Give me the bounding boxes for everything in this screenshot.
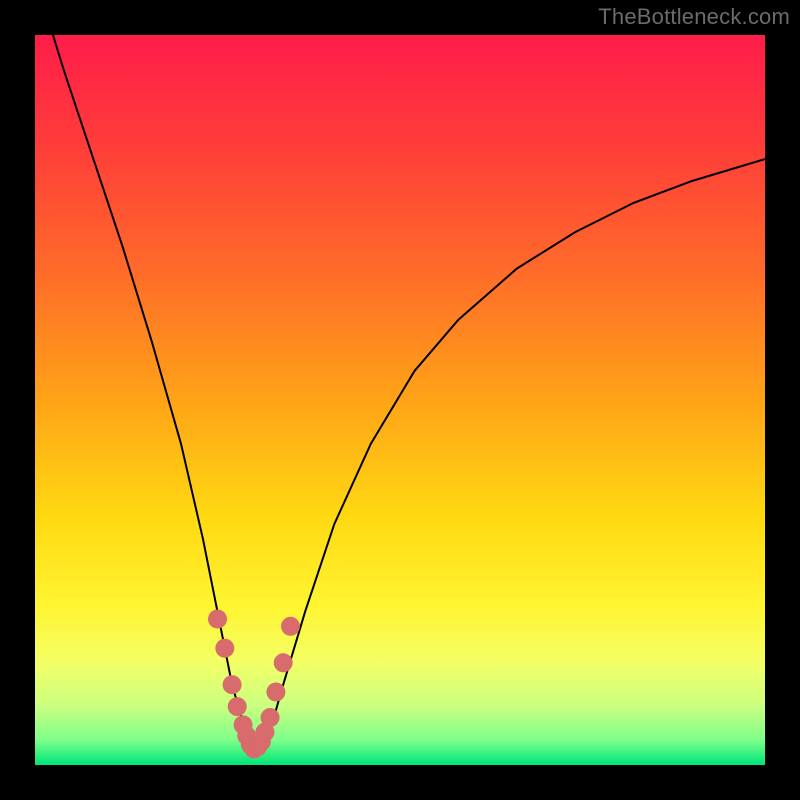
valley-dot (208, 610, 227, 629)
watermark-text: TheBottleneck.com (598, 4, 790, 30)
valley-dot (223, 675, 242, 694)
valley-dot (266, 683, 285, 702)
valley-dot (261, 708, 280, 727)
chart-frame: TheBottleneck.com (0, 0, 800, 800)
curve-path (35, 35, 765, 750)
valley-dot (215, 639, 234, 658)
plot-area (35, 35, 765, 765)
valley-dot (281, 617, 300, 636)
bottleneck-curve (35, 35, 765, 765)
valley-dot (274, 653, 293, 672)
valley-dot (228, 697, 247, 716)
